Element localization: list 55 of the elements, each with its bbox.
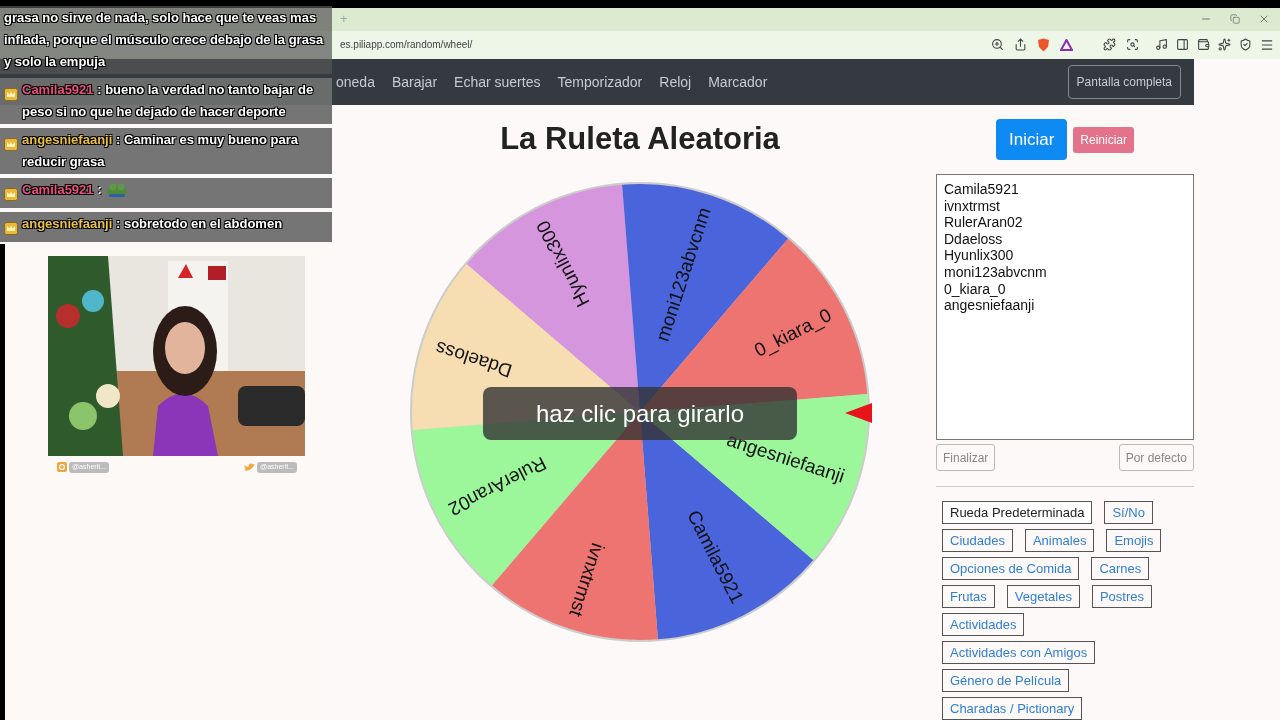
preset-tag[interactable]: Opciones de Comida xyxy=(942,557,1080,580)
nav-link[interactable]: oneda xyxy=(336,71,375,93)
preset-tag[interactable]: Género de Película xyxy=(942,669,1070,692)
preset-tag[interactable]: Actividades con Amigos xyxy=(942,641,1096,664)
preset-tag[interactable]: Frutas xyxy=(942,585,995,608)
spin-prompt[interactable]: haz clic para girarlo xyxy=(483,387,797,440)
preset-tag[interactable]: Postres xyxy=(1091,585,1153,608)
pointer-icon xyxy=(845,403,872,423)
preset-tag[interactable]: Vegetales xyxy=(1006,585,1080,608)
chat-separator: : xyxy=(97,181,102,200)
nav-link[interactable]: Temporizador xyxy=(557,71,643,93)
bird-icon xyxy=(244,462,256,472)
screen-search-icon[interactable] xyxy=(1126,38,1139,52)
page-title: La Ruleta Aleatoria xyxy=(500,121,780,157)
default-button[interactable]: Por defecto xyxy=(1118,444,1194,471)
crown-icon xyxy=(4,88,18,101)
triangle-icon[interactable] xyxy=(1060,38,1073,51)
shield-icon[interactable] xyxy=(1239,38,1252,52)
zoom-icon[interactable] xyxy=(991,38,1004,52)
sidebar-icon[interactable] xyxy=(1176,38,1189,52)
preset-tag[interactable]: Sí/No xyxy=(1104,501,1153,524)
nav-link[interactable]: Barajar xyxy=(391,71,438,93)
preset-tag[interactable]: Emojis xyxy=(1106,529,1162,552)
preset-tag[interactable]: Charadas / Pictionary xyxy=(942,697,1083,720)
camera-square-icon xyxy=(57,462,67,473)
frog-icon xyxy=(105,182,128,198)
preset-tag[interactable]: Ciudades xyxy=(942,529,1013,552)
names-field[interactable]: Camila5921 ivnxtrmst RulerAran02 Ddaeloss Hyunlix300 moni123abvcnm 0_kiara_0 angesniefaanji xyxy=(936,174,1194,440)
nav-link[interactable]: Echar suertes xyxy=(454,71,541,93)
chat-message: angesniefaanji : sobretodo en el abdomen xyxy=(22,215,284,233)
nav-link[interactable]: Reloj xyxy=(659,71,692,93)
crown-icon xyxy=(4,138,18,151)
chat-message: Camila5921 : bueno la verdad no tanto bajar de peso si no que he dejado de hacer deporte xyxy=(22,81,315,121)
share-icon[interactable] xyxy=(1014,38,1027,52)
nav-link[interactable]: Marcador xyxy=(708,71,768,93)
start-button[interactable]: Iniciar xyxy=(995,119,1068,160)
wallet-icon[interactable] xyxy=(1197,38,1210,52)
crown-icon xyxy=(4,188,18,201)
preset-tag[interactable]: Animales xyxy=(1024,529,1095,552)
chat-message: grasa no sirve de nada, solo hace que te veas mas inflada, porque el músculo crece debajo de la grasa y solo la empuja xyxy=(0,6,332,74)
fullscreen-button[interactable]: Pantalla completa xyxy=(1067,65,1181,100)
preset-tag[interactable]: Actividades xyxy=(942,613,1025,636)
music-icon[interactable] xyxy=(1155,38,1168,52)
crown-icon xyxy=(4,222,18,235)
chat-message: angesniefaanji : Caminar es muy bueno para reducir grasa xyxy=(22,131,300,171)
menu-icon[interactable] xyxy=(1260,37,1274,52)
sparkle-icon[interactable] xyxy=(1218,38,1231,52)
chat-username: Camila5921 xyxy=(22,181,94,200)
finish-button[interactable]: Finalizar xyxy=(936,444,996,471)
reset-button[interactable]: Reiniciar xyxy=(1073,126,1134,153)
url-text[interactable]: es.piliapp.com/random/wheel/ xyxy=(340,37,473,53)
puzzle-icon[interactable] xyxy=(1103,38,1116,52)
preset-tag[interactable]: Carnes xyxy=(1091,557,1150,580)
preset-tag[interactable]: Rueda Predeterminada xyxy=(942,501,1093,524)
restore-icon[interactable] xyxy=(1230,14,1240,25)
